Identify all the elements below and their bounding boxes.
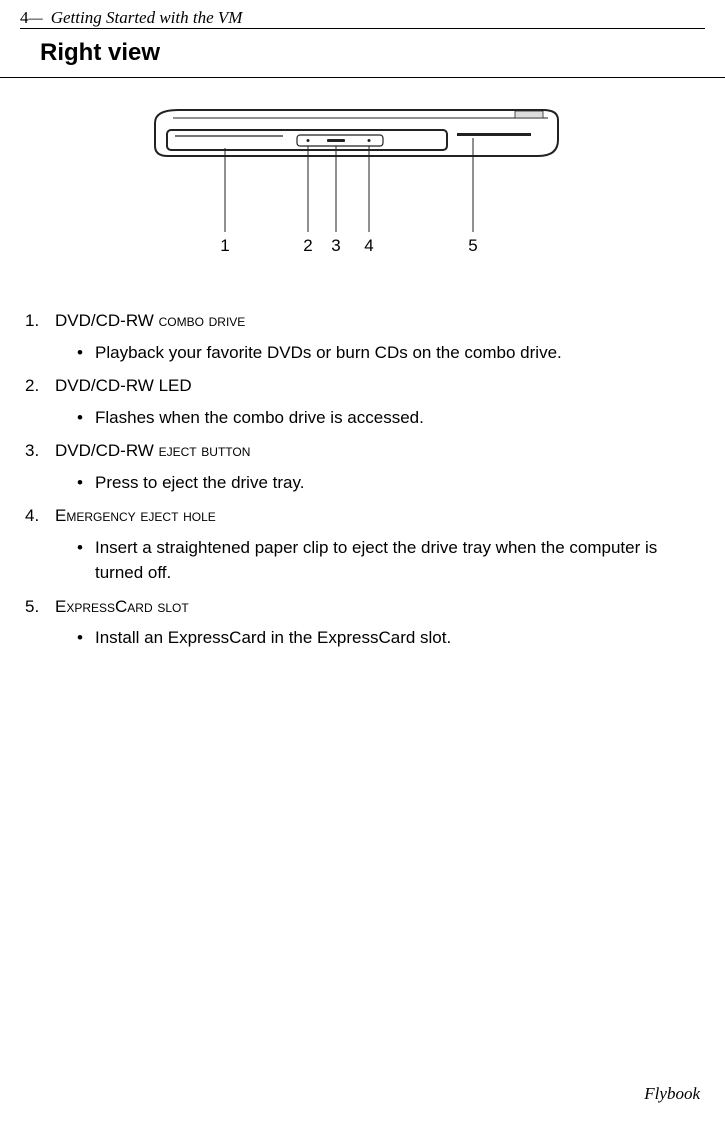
bullet-mark: • bbox=[77, 405, 95, 431]
bullet-text: Insert a straightened paper clip to ejec… bbox=[95, 535, 690, 586]
bullet-text: Press to eject the drive tray. bbox=[95, 470, 304, 496]
bullet-mark: • bbox=[77, 535, 95, 586]
chapter-title: Getting Started with the VM bbox=[51, 8, 243, 28]
bullet: • Install an ExpressCard in the ExpressC… bbox=[77, 625, 700, 651]
content: 1. DVD/CD-RW combo drive • Playback your… bbox=[0, 308, 725, 651]
section-title: Right view bbox=[0, 29, 725, 77]
bullet-text: Playback your favorite DVDs or burn CDs … bbox=[95, 340, 562, 366]
callout-5: 5 bbox=[468, 236, 477, 255]
list-item-4: 4. Emergency eject hole bbox=[25, 503, 700, 529]
footer: Flybook bbox=[644, 1084, 700, 1104]
item-title: DVD/CD-RW LED bbox=[55, 373, 700, 399]
list-item-1: 1. DVD/CD-RW combo drive bbox=[25, 308, 700, 334]
item-number: 1. bbox=[25, 308, 55, 334]
item-title: ExpressCard slot bbox=[55, 594, 700, 620]
item-number: 5. bbox=[25, 594, 55, 620]
diagram-container: 1 2 3 4 5 bbox=[0, 78, 725, 308]
item-number: 3. bbox=[25, 438, 55, 464]
callout-4: 4 bbox=[364, 236, 373, 255]
callout-2: 2 bbox=[303, 236, 312, 255]
page-number: 4 bbox=[20, 8, 29, 28]
bullet: • Press to eject the drive tray. bbox=[77, 470, 700, 496]
header: 4 — Getting Started with the VM bbox=[0, 0, 725, 28]
item-title: DVD/CD-RW combo drive bbox=[55, 308, 700, 334]
item-number: 2. bbox=[25, 373, 55, 399]
list-item-2: 2. DVD/CD-RW LED bbox=[25, 373, 700, 399]
bullet-mark: • bbox=[77, 470, 95, 496]
laptop-right-view-diagram: 1 2 3 4 5 bbox=[153, 108, 573, 268]
bullet: • Flashes when the combo drive is access… bbox=[77, 405, 700, 431]
list-item-3: 3. DVD/CD-RW eject button bbox=[25, 438, 700, 464]
callout-3: 3 bbox=[331, 236, 340, 255]
item-title: Emergency eject hole bbox=[55, 503, 700, 529]
bullet-text: Install an ExpressCard in the ExpressCar… bbox=[95, 625, 451, 651]
bullet-text: Flashes when the combo drive is accessed… bbox=[95, 405, 424, 431]
list-item-5: 5. ExpressCard slot bbox=[25, 594, 700, 620]
callout-1: 1 bbox=[220, 236, 229, 255]
header-separator: — bbox=[29, 10, 43, 28]
item-title: DVD/CD-RW eject button bbox=[55, 438, 700, 464]
bullet: • Insert a straightened paper clip to ej… bbox=[77, 535, 700, 586]
bullet-mark: • bbox=[77, 340, 95, 366]
bullet: • Playback your favorite DVDs or burn CD… bbox=[77, 340, 700, 366]
bullet-mark: • bbox=[77, 625, 95, 651]
item-number: 4. bbox=[25, 503, 55, 529]
